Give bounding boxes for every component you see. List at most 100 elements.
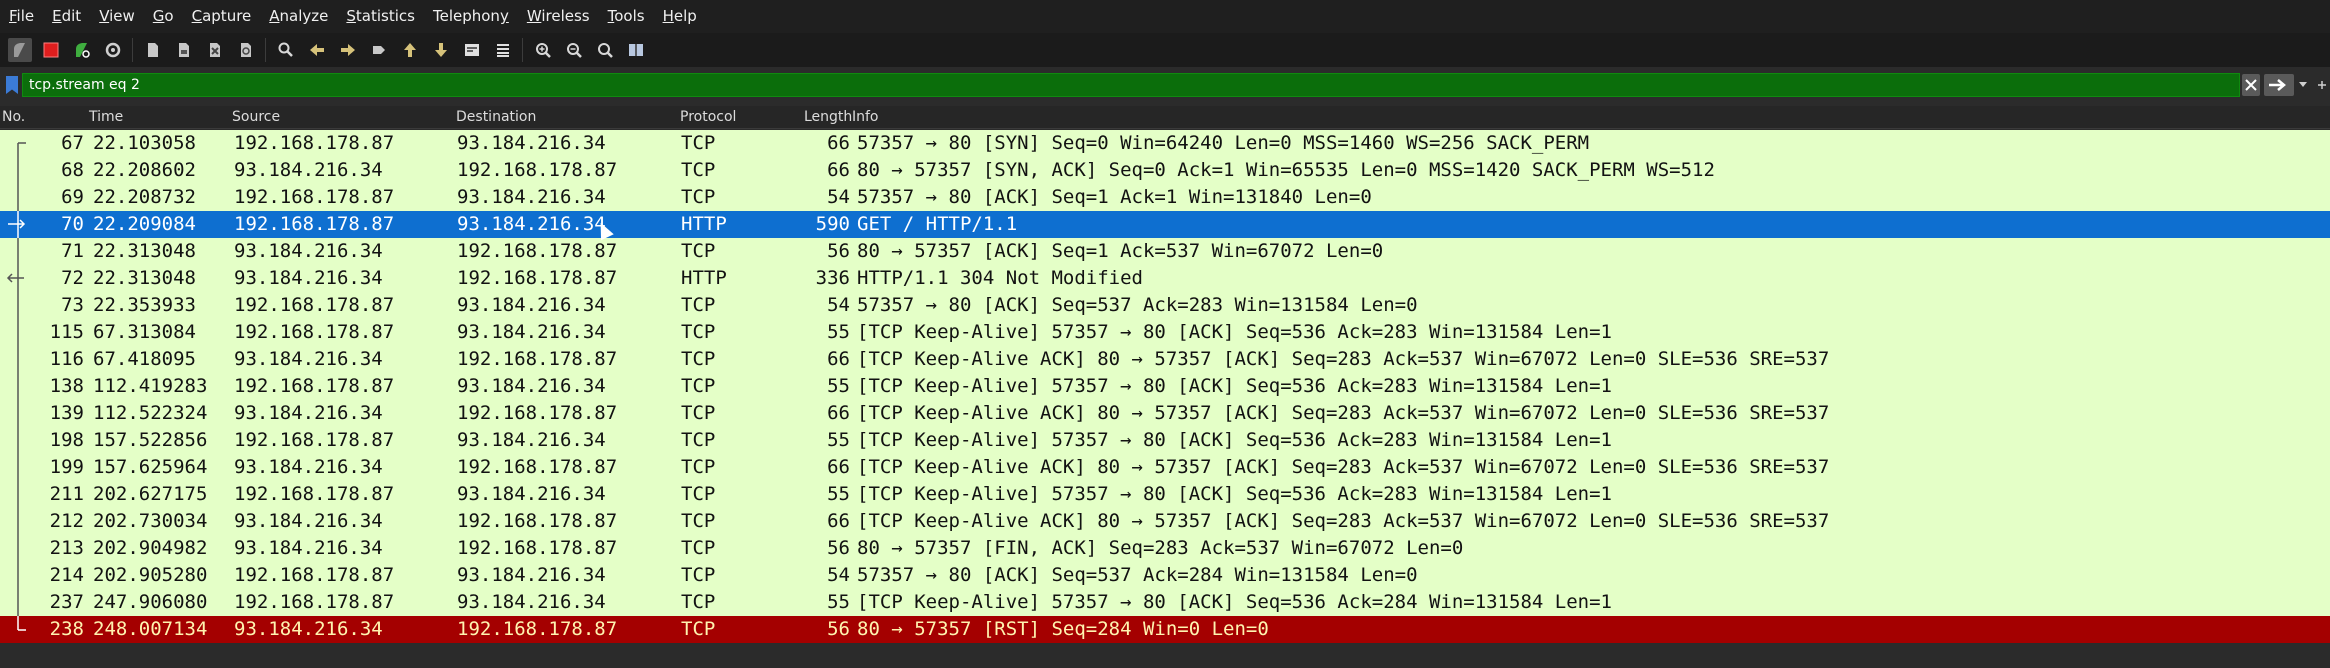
packet-protocol: TCP [681,321,716,343]
packet-row[interactable]: 198 157.522856 192.168.178.87 93.184.216.34… [0,427,2330,454]
packet-number: 213 [49,537,84,559]
go-to-packet-icon[interactable] [367,38,391,62]
start-capture-icon[interactable] [8,38,32,62]
packet-row[interactable]: 69 22.208732 192.168.178.87 93.184.216.34 TC… [0,184,2330,211]
go-back-icon[interactable] [305,38,329,62]
packet-row[interactable]: 213 202.904982 93.184.216.34 192.168.178.87… [0,535,2330,562]
save-file-icon[interactable] [172,38,196,62]
add-filter-button-icon[interactable] [2316,74,2328,96]
zoom-out-icon[interactable] [562,38,586,62]
packet-info: 80 → 57357 [FIN, ACK] Seq=283 Ack=537 Wi… [857,537,1464,559]
packet-protocol: TCP [681,537,716,559]
packet-source: 93.184.216.34 [234,537,383,559]
packet-time: 202.905280 [93,564,208,586]
packet-protocol: TCP [681,375,716,397]
packet-row[interactable]: 71 22.313048 93.184.216.34 192.168.178.87 TC… [0,238,2330,265]
packet-length: 55 [827,483,850,505]
packet-destination: 93.184.216.34 [457,564,606,586]
column-header-destination[interactable]: Destination [456,109,536,125]
menu-analyze[interactable]: Analyze [260,0,337,33]
packet-length: 590 [815,213,850,235]
bookmark-icon[interactable] [6,76,18,94]
packet-row[interactable]: 212 202.730034 93.184.216.34 192.168.178.87… [0,508,2330,535]
packet-length: 66 [827,159,850,181]
packet-source: 93.184.216.34 [234,510,383,532]
restart-capture-icon[interactable] [70,38,94,62]
packet-info: [TCP Keep-Alive] 57357 → 80 [ACK] Seq=53… [857,591,1612,613]
packet-info: 57357 → 80 [ACK] Seq=1 Ack=1 Win=131840 … [857,186,1372,208]
menu-wireless[interactable]: Wireless [518,0,599,33]
zoom-in-icon[interactable] [531,38,555,62]
close-file-icon[interactable] [203,38,227,62]
packet-source: 192.168.178.87 [234,132,395,154]
display-filter-input[interactable]: tcp.stream eq 2 [22,73,2240,97]
menu-help[interactable]: Help [654,0,706,33]
packet-length: 66 [827,402,850,424]
packet-row[interactable]: 199 157.625964 93.184.216.34 192.168.178.87… [0,454,2330,481]
packet-protocol: TCP [681,240,716,262]
packet-protocol: TCP [681,132,716,154]
menu-file[interactable]: File [0,0,43,33]
column-header-info[interactable]: Info [852,109,879,125]
packet-number: 116 [49,348,84,370]
packet-destination: 192.168.178.87 [457,240,618,262]
packet-row[interactable]: 237 247.906080 192.168.178.87 93.184.216.34… [0,589,2330,616]
normal-size-icon[interactable] [593,38,617,62]
packet-row[interactable]: 115 67.313084 192.168.178.87 93.184.216.34 T… [0,319,2330,346]
column-header-length[interactable]: Length [804,109,852,125]
find-packet-icon[interactable] [274,38,298,62]
menu-edit[interactable]: Edit [43,0,90,33]
resize-columns-icon[interactable] [624,38,648,62]
colorize-icon[interactable] [491,38,515,62]
packet-info: HTTP/1.1 304 Not Modified [857,267,1143,289]
packet-source: 192.168.178.87 [234,213,395,235]
menu-statistics[interactable]: Statistics [337,0,424,33]
packet-time: 112.419283 [93,375,208,397]
packet-row[interactable]: 67 22.103058 192.168.178.87 93.184.216.34 TC… [0,130,2330,157]
menu-view[interactable]: View [90,0,144,33]
packet-destination: 93.184.216.34 [457,483,606,505]
stop-capture-icon[interactable] [39,38,63,62]
packet-row[interactable]: 73 22.353933 192.168.178.87 93.184.216.34 TC… [0,292,2330,319]
packet-number: 212 [49,510,84,532]
menu-capture[interactable]: Capture [183,0,261,33]
go-forward-icon[interactable] [336,38,360,62]
packet-row[interactable]: 138 112.419283 192.168.178.87 93.184.216.34… [0,373,2330,400]
filter-dropdown-icon[interactable] [2296,74,2310,96]
packet-time: 157.625964 [93,456,208,478]
last-packet-icon[interactable] [429,38,453,62]
column-header-no[interactable]: No. [2,109,25,125]
column-header-source[interactable]: Source [232,109,280,125]
packet-row[interactable]: 211 202.627175 192.168.178.87 93.184.216.34… [0,481,2330,508]
packet-row[interactable]: 139 112.522324 93.184.216.34 192.168.178.87… [0,400,2330,427]
column-header-protocol[interactable]: Protocol [680,109,736,125]
reload-file-icon[interactable] [234,38,258,62]
packet-time: 67.313084 [93,321,196,343]
first-packet-icon[interactable] [398,38,422,62]
packet-protocol: TCP [681,294,716,316]
packet-row[interactable]: 68 22.208602 93.184.216.34 192.168.178.87 TC… [0,157,2330,184]
packet-info: [TCP Keep-Alive] 57357 → 80 [ACK] Seq=53… [857,483,1612,505]
packet-row[interactable]: 214 202.905280 192.168.178.87 93.184.216.34… [0,562,2330,589]
menu-telephony[interactable]: Telephony [424,0,518,33]
packet-number: 72 [61,267,84,289]
apply-filter-icon[interactable] [2264,74,2294,96]
packet-row[interactable]: 72 22.313048 93.184.216.34 192.168.178.87 HT… [0,265,2330,292]
packet-row[interactable]: 116 67.418095 93.184.216.34 192.168.178.87 T… [0,346,2330,373]
packet-number: 139 [49,402,84,424]
packet-source: 192.168.178.87 [234,186,395,208]
capture-options-icon[interactable] [101,38,125,62]
clear-filter-icon[interactable] [2242,74,2260,96]
menu-tools[interactable]: Tools [599,0,654,33]
packet-number: 67 [61,132,84,154]
menu-go[interactable]: Go [144,0,183,33]
packet-number: 237 [49,591,84,613]
packet-time: 67.418095 [93,348,196,370]
auto-scroll-icon[interactable] [460,38,484,62]
packet-number: 238 [49,618,84,640]
packet-row[interactable]: 70 22.209084 192.168.178.87 93.184.216.34 HT… [0,211,2330,238]
column-header-time[interactable]: Time [89,109,123,125]
packet-row[interactable]: 238 248.007134 93.184.216.34 192.168.178.87… [0,616,2330,643]
open-file-icon[interactable] [141,38,165,62]
packet-info: 57357 → 80 [SYN] Seq=0 Win=64240 Len=0 M… [857,132,1590,154]
